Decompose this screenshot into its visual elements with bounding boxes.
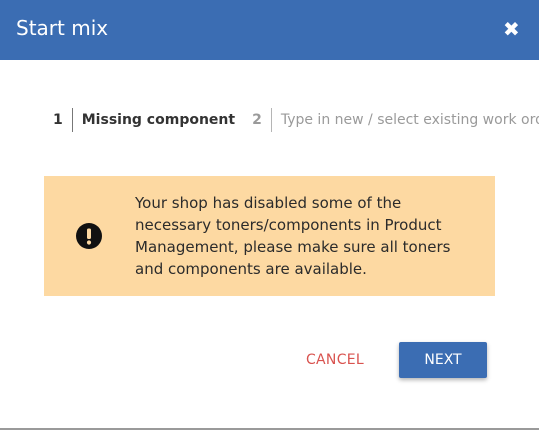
step-1-divider	[71, 108, 73, 132]
start-mix-dialog: Start mix ✖ 1 Missing component 2 Type i…	[0, 0, 539, 430]
step-1-label: Missing component	[81, 112, 236, 128]
warning-alert: Your shop has disabled some of the neces…	[44, 176, 495, 296]
exclamation-circle-icon	[76, 223, 102, 249]
step-1-number: 1	[53, 112, 63, 128]
step-2-number: 2	[252, 112, 262, 128]
step-2-divider	[270, 108, 272, 132]
cancel-button[interactable]: CANCEL	[296, 342, 374, 378]
alert-message: Your shop has disabled some of the neces…	[135, 194, 451, 278]
stepper: 1 Missing component 2 Type in new / sele…	[53, 108, 539, 132]
next-button[interactable]: NEXT	[399, 342, 487, 378]
dialog-header: Start mix ✖	[0, 0, 539, 60]
step-2-label: Type in new / select existing work order	[280, 112, 539, 128]
dialog-title: Start mix	[16, 16, 109, 40]
close-icon[interactable]: ✖	[503, 17, 520, 41]
